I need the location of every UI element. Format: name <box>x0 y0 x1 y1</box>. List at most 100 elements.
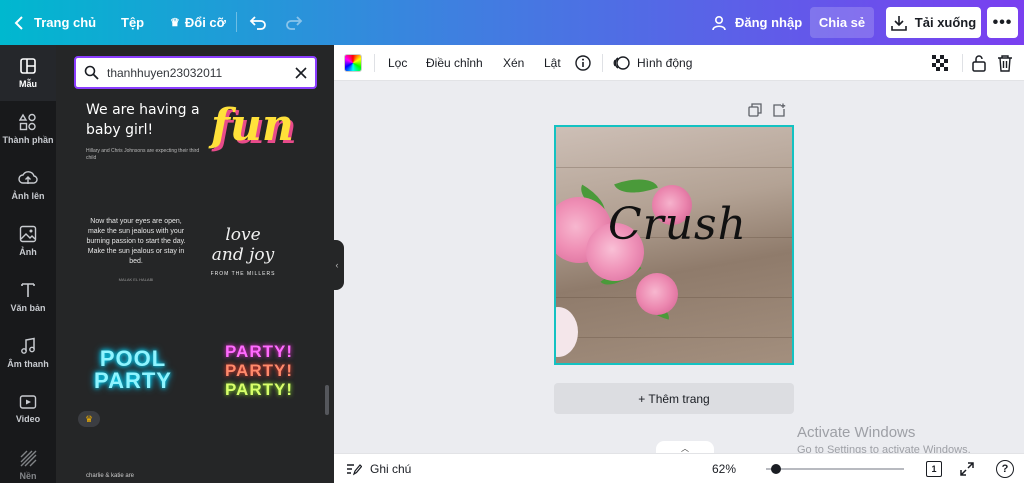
login-button[interactable]: Đăng nhập <box>711 0 802 45</box>
elements-icon <box>19 113 36 131</box>
background-icon <box>20 450 37 467</box>
info-button[interactable] <box>575 45 591 81</box>
sidebar-item-audio[interactable]: Âm thanh <box>0 325 56 381</box>
chevron-up-icon: ︿ <box>681 443 689 453</box>
premium-crown-icon: ♛ <box>78 411 100 427</box>
redo-button[interactable] <box>285 0 303 45</box>
sidebar-item-label: Văn bản <box>10 303 46 313</box>
transparency-button[interactable] <box>931 45 949 81</box>
trash-icon <box>998 55 1012 72</box>
sidebar-item-label: Nền <box>19 471 37 481</box>
watermark-title: Activate Windows <box>797 424 916 441</box>
template-partial[interactable]: charlie & katie are <box>86 473 134 479</box>
template-subtext: Hillary and Chris Johnsons are expecting… <box>86 148 200 161</box>
download-label: Tải xuống <box>914 15 977 30</box>
animate-label: Hình động <box>637 56 693 70</box>
zoom-slider[interactable] <box>766 464 904 474</box>
more-button[interactable]: ••• <box>987 7 1018 38</box>
help-button[interactable]: ? <box>996 454 1014 483</box>
sidebar-item-label: Âm thanh <box>7 359 49 369</box>
sidebar-item-uploads[interactable]: Ảnh lên <box>0 157 56 213</box>
sidebar-item-label: Mẫu <box>19 79 37 89</box>
add-page-icon[interactable] <box>772 103 786 117</box>
adjust-button[interactable]: Điều chỉnh <box>426 45 483 81</box>
template-body: Now that your eyes are open, make the su… <box>86 218 186 265</box>
search-box[interactable]: thanhhuyen23032011 <box>74 56 317 89</box>
template-heading-line: PARTY! <box>224 361 293 380</box>
notes-button[interactable]: Ghi chú <box>346 454 411 483</box>
template-signature: MALAK EL HALABI <box>118 277 154 282</box>
template-pool-party[interactable]: POOL PARTY <box>84 348 182 392</box>
templates-panel: thanhhuyen23032011 We are having a baby … <box>56 45 334 483</box>
home-button[interactable]: Trang chủ <box>14 0 96 45</box>
delete-button[interactable] <box>997 45 1013 81</box>
sidebar-item-text[interactable]: Văn bản <box>0 269 56 325</box>
sidebar-item-elements[interactable]: Thành phần <box>0 101 56 157</box>
template-heading: We are having a baby girl! <box>86 102 200 138</box>
redo-icon <box>286 15 303 30</box>
sidebar-item-photos[interactable]: Ảnh <box>0 213 56 269</box>
download-button[interactable]: Tải xuống <box>886 7 981 38</box>
zoom-level[interactable]: 62% <box>712 454 736 483</box>
search-input[interactable]: thanhhuyen23032011 <box>107 66 295 80</box>
page-tools <box>748 103 786 117</box>
chevron-left-icon: ‹ <box>335 260 339 270</box>
animate-button[interactable]: Hình động <box>613 45 692 81</box>
template-love-and-joy[interactable]: love and joy FROM THE MILLERS <box>210 225 276 277</box>
adjust-label: Điều chỉnh <box>426 56 483 70</box>
crop-button[interactable]: Xén <box>503 45 524 81</box>
leaf-shape <box>614 170 658 202</box>
add-page-button[interactable]: + Thêm trang <box>554 383 794 414</box>
color-picker-button[interactable] <box>344 45 362 81</box>
flip-button[interactable]: Lật <box>544 45 561 81</box>
login-label: Đăng nhập <box>735 15 803 30</box>
design-page[interactable]: Crush <box>554 125 794 365</box>
resize-label: Đổi cỡ <box>184 15 226 30</box>
template-icon <box>20 58 36 74</box>
template-heading-line: PARTY! <box>224 342 293 361</box>
color-swatch-icon <box>344 54 362 72</box>
lock-icon <box>972 55 986 72</box>
toolbar-divider <box>374 54 375 72</box>
file-menu-button[interactable]: Tệp <box>121 0 144 45</box>
panel-scrollbar[interactable] <box>325 385 329 415</box>
template-party[interactable]: PARTY! PARTY! PARTY! <box>214 342 304 399</box>
share-button[interactable]: Chia sẻ <box>810 7 874 38</box>
template-heading: POOL PARTY <box>94 346 172 393</box>
template-subtext: charlie & katie are <box>86 473 135 479</box>
fullscreen-button[interactable] <box>960 454 974 483</box>
file-label: Tệp <box>121 15 145 30</box>
duplicate-page-icon[interactable] <box>748 103 762 117</box>
notes-icon <box>347 464 362 476</box>
design-text[interactable]: Crush <box>608 199 747 250</box>
add-page-label: + Thêm trang <box>638 391 710 406</box>
collapse-panel-button[interactable]: ‹ <box>330 240 344 290</box>
help-icon: ? <box>996 460 1014 478</box>
sidebar-item-video[interactable]: Video <box>0 381 56 437</box>
clear-search-icon[interactable] <box>295 66 307 79</box>
sidebar-item-background[interactable]: Nền <box>0 437 56 483</box>
photo-icon <box>19 225 37 243</box>
sidebar-item-label: Thành phần <box>2 135 54 145</box>
template-fun[interactable]: fun <box>211 100 294 151</box>
zoom-value: 62% <box>712 462 737 476</box>
context-toolbar: Lọc Điều chỉnh Xén Lật Hình động <box>334 45 1024 81</box>
sidebar-item-templates[interactable]: Mẫu <box>0 45 56 101</box>
animate-icon <box>613 56 630 70</box>
header-divider <box>236 12 237 32</box>
left-rail: Mẫu Thành phần Ảnh lên Ảnh Văn bản Âm th… <box>0 45 56 483</box>
transparency-icon <box>932 55 948 71</box>
filter-button[interactable]: Lọc <box>388 45 407 81</box>
info-icon <box>575 55 591 71</box>
undo-button[interactable] <box>249 0 267 45</box>
lock-button[interactable] <box>971 45 987 81</box>
user-icon <box>712 15 726 30</box>
fullscreen-icon <box>960 462 974 476</box>
resize-button[interactable]: ♛ Đổi cỡ <box>170 0 226 45</box>
page-count-button[interactable]: 1 <box>926 454 942 483</box>
filter-label: Lọc <box>388 56 408 70</box>
template-quote[interactable]: Now that your eyes are open, make the su… <box>86 217 186 285</box>
top-bar: Trang chủ Tệp ♛ Đổi cỡ Đăng nhập Chia sẻ… <box>0 0 1024 45</box>
zoom-slider-handle[interactable] <box>771 464 782 474</box>
template-baby-girl[interactable]: We are having a baby girl! Hillary and C… <box>86 100 206 162</box>
